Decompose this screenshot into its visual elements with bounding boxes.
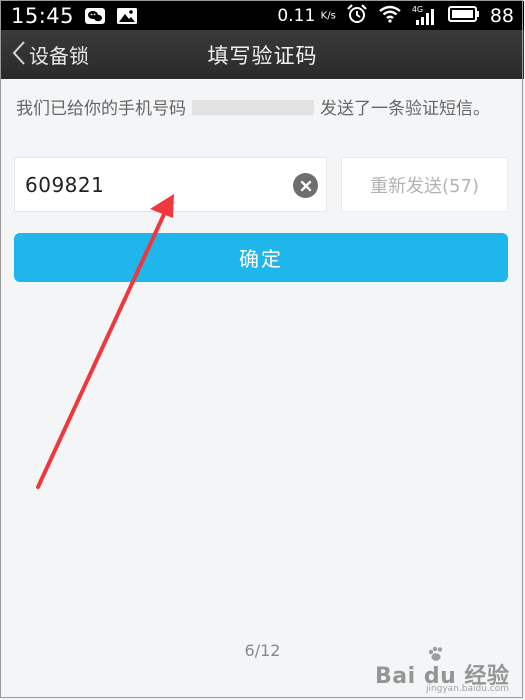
- resend-button[interactable]: 重新发送(57): [341, 157, 508, 212]
- wechat-icon: [84, 7, 106, 25]
- info-text-after: 发送了一条验证短信。: [320, 99, 490, 119]
- alarm-icon: [346, 3, 368, 28]
- image-icon: [116, 7, 138, 25]
- watermark-url: jingyan.baidu.com: [425, 684, 509, 694]
- watermark: Bai du 经验 jingyan.baidu.com: [375, 644, 515, 694]
- confirm-button[interactable]: 确定: [14, 233, 508, 282]
- sms-info-text: 我们已给你的手机号码 发送了一条验证短信。: [16, 98, 506, 120]
- back-label: 设备锁: [29, 44, 89, 68]
- nav-bar: 设备锁 填写验证码: [1, 30, 524, 79]
- masked-phone-number: [192, 100, 314, 115]
- code-input-field[interactable]: 609821: [14, 157, 327, 212]
- battery-icon: [447, 5, 480, 27]
- verification-row: 609821 重新发送(57): [14, 157, 508, 212]
- status-bar: 15:45 0.11 K/s 4G 88: [1, 1, 524, 30]
- back-button[interactable]: 设备锁: [11, 30, 89, 79]
- battery-level: 88: [489, 4, 514, 27]
- status-time: 15:45: [11, 3, 75, 28]
- wifi-icon: [378, 5, 402, 27]
- clear-input-icon[interactable]: [293, 173, 318, 198]
- chevron-left-icon: [11, 40, 27, 70]
- signal-icon: 4G: [412, 5, 438, 26]
- code-input-value[interactable]: 609821: [15, 173, 104, 197]
- network-speed: 0.11 K/s: [277, 5, 336, 26]
- info-text-before: 我们已给你的手机号码: [16, 99, 186, 119]
